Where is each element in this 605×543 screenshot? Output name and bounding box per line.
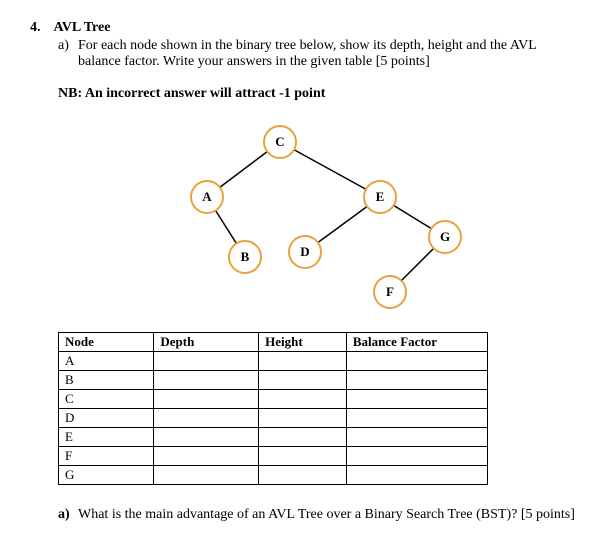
cell-height <box>259 447 347 466</box>
cell-depth <box>154 409 259 428</box>
part-b-text: What is the main advantage of an AVL Tre… <box>78 507 575 523</box>
cell-height <box>259 352 347 371</box>
cell-height <box>259 466 347 485</box>
tree-diagram: C A E B D G F <box>90 122 470 322</box>
answer-table: Node Depth Height Balance Factor A B C D <box>58 332 488 485</box>
header-depth: Depth <box>154 333 259 352</box>
tree-node-e: E <box>363 180 397 214</box>
tree-node-c: C <box>263 125 297 159</box>
nb-warning: NB: An incorrect answer will attract -1 … <box>58 86 575 102</box>
header-balance-factor: Balance Factor <box>346 333 487 352</box>
cell-height <box>259 390 347 409</box>
table-row: B <box>59 371 488 390</box>
tree-node-f: F <box>373 275 407 309</box>
tree-node-a: A <box>190 180 224 214</box>
table-row: F <box>59 447 488 466</box>
header-node: Node <box>59 333 154 352</box>
tree-node-g: G <box>428 220 462 254</box>
table-row: G <box>59 466 488 485</box>
cell-node: A <box>59 352 154 371</box>
table-row: E <box>59 428 488 447</box>
part-b-letter: a) <box>58 507 78 523</box>
cell-depth <box>154 466 259 485</box>
cell-height <box>259 371 347 390</box>
table-row: A <box>59 352 488 371</box>
part-b: a) What is the main advantage of an AVL … <box>58 507 575 523</box>
cell-node: E <box>59 428 154 447</box>
cell-height <box>259 428 347 447</box>
part-a-text: For each node shown in the binary tree b… <box>78 38 575 70</box>
cell-depth <box>154 352 259 371</box>
question-header: 4. AVL Tree <box>30 20 575 36</box>
tree-node-d: D <box>288 235 322 269</box>
cell-node: B <box>59 371 154 390</box>
cell-bf <box>346 447 487 466</box>
question-title: AVL Tree <box>54 20 111 35</box>
question-number: 4. <box>30 20 50 36</box>
cell-bf <box>346 409 487 428</box>
header-height: Height <box>259 333 347 352</box>
part-a: a) For each node shown in the binary tre… <box>58 38 575 70</box>
cell-node: F <box>59 447 154 466</box>
cell-depth <box>154 428 259 447</box>
cell-bf <box>346 352 487 371</box>
cell-depth <box>154 447 259 466</box>
tree-node-b: B <box>228 240 262 274</box>
cell-depth <box>154 390 259 409</box>
table-row: D <box>59 409 488 428</box>
cell-height <box>259 409 347 428</box>
cell-bf <box>346 371 487 390</box>
cell-node: G <box>59 466 154 485</box>
cell-depth <box>154 371 259 390</box>
cell-node: D <box>59 409 154 428</box>
cell-bf <box>346 390 487 409</box>
cell-node: C <box>59 390 154 409</box>
cell-bf <box>346 428 487 447</box>
table-header-row: Node Depth Height Balance Factor <box>59 333 488 352</box>
cell-bf <box>346 466 487 485</box>
part-a-letter: a) <box>58 38 78 70</box>
table-row: C <box>59 390 488 409</box>
